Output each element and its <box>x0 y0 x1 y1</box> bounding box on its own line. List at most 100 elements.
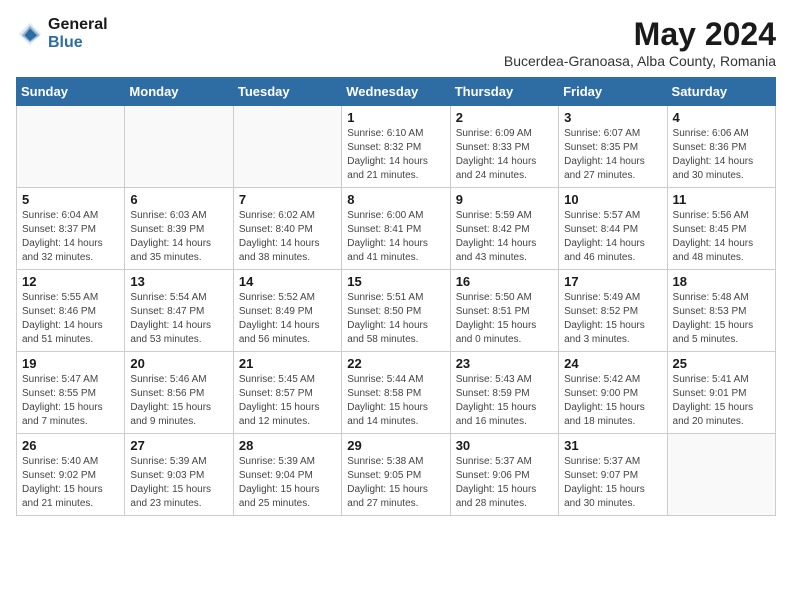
calendar-cell: 16 Sunrise: 5:50 AM Sunset: 8:51 PM Dayli… <box>450 270 558 352</box>
calendar-cell: 18Sunrise: 5:48 AM Sunset: 8:53 PM Dayli… <box>667 270 775 352</box>
day-info: Sunrise: 5:37 AM Sunset: 9:06 PM Dayligh… <box>456 455 553 511</box>
day-number: 8 <box>347 192 444 207</box>
day-number: 6 <box>130 192 227 207</box>
day-number: 15 <box>347 274 444 289</box>
calendar-cell: 17 Sunrise: 5:49 AM Sunset: 8:52 PM Dayli… <box>559 270 667 352</box>
day-info: Sunrise: 5:44 AM Sunset: 8:58 PM Dayligh… <box>347 373 444 429</box>
day-number: 31 <box>564 438 661 453</box>
col-monday: Monday <box>125 78 233 106</box>
day-number: 20 <box>130 356 227 371</box>
day-info: Sunrise: 5:42 AM Sunset: 9:00 PM Dayligh… <box>564 373 661 429</box>
page-header: General Blue May 2024 Bucerdea-Granoasa,… <box>16 16 776 69</box>
col-sunday: Sunday <box>17 78 125 106</box>
day-info: Sunrise: 6:09 AM Sunset: 8:33 PM Dayligh… <box>456 127 553 183</box>
calendar-cell: 4 Sunrise: 6:06 AM Sunset: 8:36 PM Daylig… <box>667 106 775 188</box>
calendar-cell: 19Sunrise: 5:47 AM Sunset: 8:55 PM Dayli… <box>17 352 125 434</box>
day-number: 11 <box>673 192 770 207</box>
day-number: 26 <box>22 438 119 453</box>
day-info: Sunrise: 5:52 AM Sunset: 8:49 PM Dayligh… <box>239 291 336 347</box>
location-subtitle: Bucerdea-Granoasa, Alba County, Romania <box>504 53 776 69</box>
week-row-2: 5 Sunrise: 6:04 AM Sunset: 8:37 PM Daylig… <box>17 188 776 270</box>
day-info: Sunrise: 6:06 AM Sunset: 8:36 PM Dayligh… <box>673 127 770 183</box>
day-info: Sunrise: 5:45 AM Sunset: 8:57 PM Dayligh… <box>239 373 336 429</box>
day-info: Sunrise: 5:38 AM Sunset: 9:05 PM Dayligh… <box>347 455 444 511</box>
day-info: Sunrise: 6:03 AM Sunset: 8:39 PM Dayligh… <box>130 209 227 265</box>
calendar-cell <box>17 106 125 188</box>
col-wednesday: Wednesday <box>342 78 450 106</box>
day-info: Sunrise: 6:02 AM Sunset: 8:40 PM Dayligh… <box>239 209 336 265</box>
calendar-cell <box>667 434 775 516</box>
day-number: 12 <box>22 274 119 289</box>
month-title: May 2024 <box>504 16 776 53</box>
calendar-cell: 1 Sunrise: 6:10 AM Sunset: 8:32 PM Daylig… <box>342 106 450 188</box>
day-number: 17 <box>564 274 661 289</box>
day-number: 30 <box>456 438 553 453</box>
day-number: 5 <box>22 192 119 207</box>
day-info: Sunrise: 6:00 AM Sunset: 8:41 PM Dayligh… <box>347 209 444 265</box>
day-info: Sunrise: 5:37 AM Sunset: 9:07 PM Dayligh… <box>564 455 661 511</box>
day-number: 29 <box>347 438 444 453</box>
day-info: Sunrise: 5:50 AM Sunset: 8:51 PM Dayligh… <box>456 291 553 347</box>
calendar-table: Sunday Monday Tuesday Wednesday Thursday… <box>16 77 776 516</box>
day-number: 9 <box>456 192 553 207</box>
logo: General Blue <box>16 16 108 51</box>
day-info: Sunrise: 5:51 AM Sunset: 8:50 PM Dayligh… <box>347 291 444 347</box>
calendar-cell: 26 Sunrise: 5:40 AM Sunset: 9:02 PM Dayli… <box>17 434 125 516</box>
day-info: Sunrise: 5:39 AM Sunset: 9:04 PM Dayligh… <box>239 455 336 511</box>
calendar-cell: 15 Sunrise: 5:51 AM Sunset: 8:50 PM Dayli… <box>342 270 450 352</box>
col-saturday: Saturday <box>667 78 775 106</box>
header-row: Sunday Monday Tuesday Wednesday Thursday… <box>17 78 776 106</box>
day-number: 21 <box>239 356 336 371</box>
day-info: Sunrise: 5:59 AM Sunset: 8:42 PM Dayligh… <box>456 209 553 265</box>
day-info: Sunrise: 5:47 AM Sunset: 8:55 PM Dayligh… <box>22 373 119 429</box>
day-number: 22 <box>347 356 444 371</box>
calendar-cell: 21 Sunrise: 5:45 AM Sunset: 8:57 PM Dayli… <box>233 352 341 434</box>
day-info: Sunrise: 5:54 AM Sunset: 8:47 PM Dayligh… <box>130 291 227 347</box>
day-number: 1 <box>347 110 444 125</box>
week-row-4: 19Sunrise: 5:47 AM Sunset: 8:55 PM Dayli… <box>17 352 776 434</box>
logo-blue: Blue <box>48 34 108 52</box>
day-number: 13 <box>130 274 227 289</box>
day-number: 28 <box>239 438 336 453</box>
day-number: 16 <box>456 274 553 289</box>
calendar-cell: 29 Sunrise: 5:38 AM Sunset: 9:05 PM Dayli… <box>342 434 450 516</box>
calendar-cell: 13 Sunrise: 5:54 AM Sunset: 8:47 PM Dayli… <box>125 270 233 352</box>
calendar-cell: 22 Sunrise: 5:44 AM Sunset: 8:58 PM Dayli… <box>342 352 450 434</box>
day-info: Sunrise: 5:41 AM Sunset: 9:01 PM Dayligh… <box>673 373 770 429</box>
title-section: May 2024 Bucerdea-Granoasa, Alba County,… <box>504 16 776 69</box>
day-number: 27 <box>130 438 227 453</box>
day-info: Sunrise: 5:48 AM Sunset: 8:53 PM Dayligh… <box>673 291 770 347</box>
day-info: Sunrise: 6:04 AM Sunset: 8:37 PM Dayligh… <box>22 209 119 265</box>
calendar-cell: 8 Sunrise: 6:00 AM Sunset: 8:41 PM Daylig… <box>342 188 450 270</box>
day-info: Sunrise: 5:43 AM Sunset: 8:59 PM Dayligh… <box>456 373 553 429</box>
calendar-cell: 2Sunrise: 6:09 AM Sunset: 8:33 PM Daylig… <box>450 106 558 188</box>
day-info: Sunrise: 5:56 AM Sunset: 8:45 PM Dayligh… <box>673 209 770 265</box>
day-info: Sunrise: 6:10 AM Sunset: 8:32 PM Dayligh… <box>347 127 444 183</box>
calendar-cell: 25 Sunrise: 5:41 AM Sunset: 9:01 PM Dayli… <box>667 352 775 434</box>
day-number: 4 <box>673 110 770 125</box>
week-row-1: 1 Sunrise: 6:10 AM Sunset: 8:32 PM Daylig… <box>17 106 776 188</box>
calendar-cell: 12 Sunrise: 5:55 AM Sunset: 8:46 PM Dayli… <box>17 270 125 352</box>
calendar-cell: 24 Sunrise: 5:42 AM Sunset: 9:00 PM Dayli… <box>559 352 667 434</box>
week-row-3: 12 Sunrise: 5:55 AM Sunset: 8:46 PM Dayli… <box>17 270 776 352</box>
calendar-cell: 14 Sunrise: 5:52 AM Sunset: 8:49 PM Dayli… <box>233 270 341 352</box>
day-info: Sunrise: 5:40 AM Sunset: 9:02 PM Dayligh… <box>22 455 119 511</box>
col-thursday: Thursday <box>450 78 558 106</box>
calendar-cell: 10 Sunrise: 5:57 AM Sunset: 8:44 PM Dayli… <box>559 188 667 270</box>
calendar-cell: 6 Sunrise: 6:03 AM Sunset: 8:39 PM Daylig… <box>125 188 233 270</box>
day-info: Sunrise: 5:57 AM Sunset: 8:44 PM Dayligh… <box>564 209 661 265</box>
day-info: Sunrise: 5:55 AM Sunset: 8:46 PM Dayligh… <box>22 291 119 347</box>
day-number: 24 <box>564 356 661 371</box>
calendar-cell <box>125 106 233 188</box>
calendar-cell: 28 Sunrise: 5:39 AM Sunset: 9:04 PM Dayli… <box>233 434 341 516</box>
logo-icon <box>16 20 44 48</box>
day-number: 25 <box>673 356 770 371</box>
day-number: 14 <box>239 274 336 289</box>
calendar-cell: 11 Sunrise: 5:56 AM Sunset: 8:45 PM Dayli… <box>667 188 775 270</box>
day-info: Sunrise: 5:49 AM Sunset: 8:52 PM Dayligh… <box>564 291 661 347</box>
calendar-cell: 23Sunrise: 5:43 AM Sunset: 8:59 PM Dayli… <box>450 352 558 434</box>
calendar-cell: 30 Sunrise: 5:37 AM Sunset: 9:06 PM Dayli… <box>450 434 558 516</box>
col-friday: Friday <box>559 78 667 106</box>
day-number: 10 <box>564 192 661 207</box>
day-number: 3 <box>564 110 661 125</box>
